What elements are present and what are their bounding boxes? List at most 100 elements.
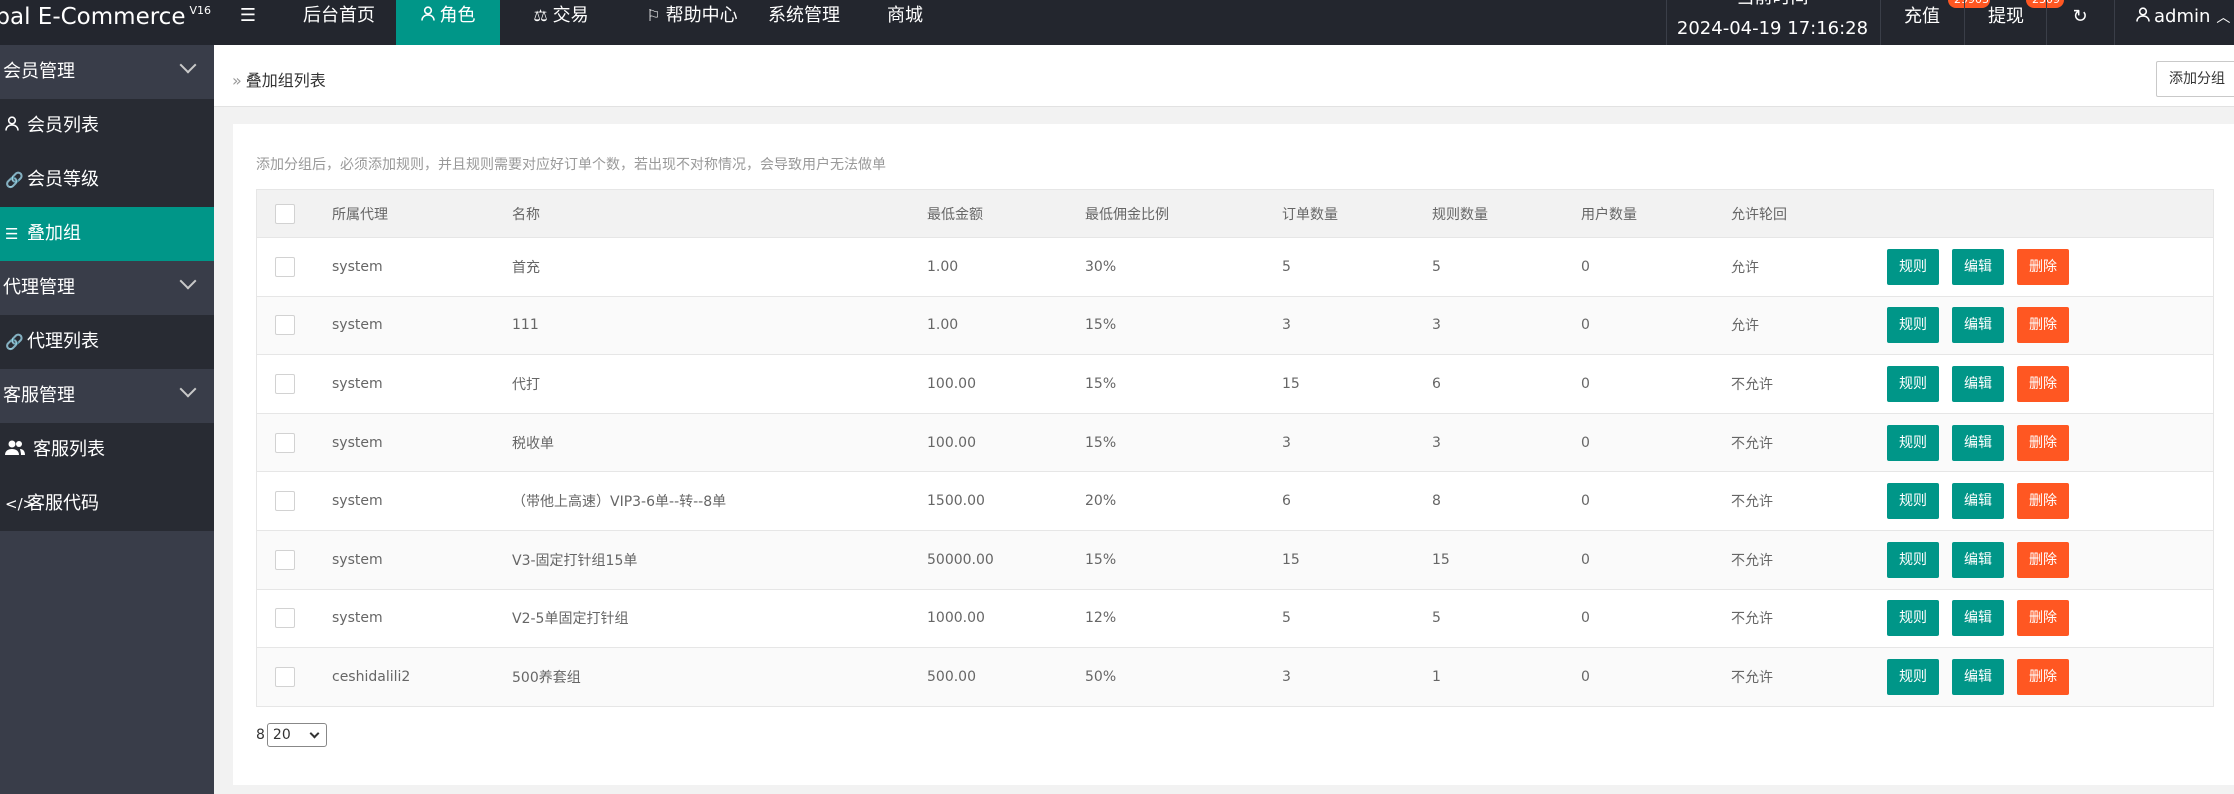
chevron-down-icon	[309, 728, 320, 739]
table-cell: 100.00	[927, 434, 976, 451]
edit-button[interactable]: 编辑	[1952, 424, 2004, 461]
table-cell: 12%	[1085, 610, 1117, 627]
edit-button[interactable]: 编辑	[1952, 541, 2004, 578]
sidebar-item-label: 叠加组	[27, 223, 81, 244]
row-checkbox[interactable]	[275, 256, 295, 277]
table-cell: 1500.00	[927, 493, 985, 510]
group-table: 所属代理 名称 最低金额 最低佣金比例 订单数量 规则数量 用户数量 允许轮回 …	[256, 189, 2214, 707]
table-cell: 1000.00	[927, 610, 985, 627]
rule-button[interactable]: 规则	[1887, 248, 1939, 285]
delete-button[interactable]: 删除	[2017, 658, 2069, 695]
table-cell: 3	[1432, 434, 1441, 451]
sidebar-item-service-list[interactable]: 客服列表	[0, 423, 214, 477]
sidebar-item-label: 会员列表	[27, 115, 99, 136]
user-menu[interactable]: admin ︿	[2136, 0, 2234, 45]
nav-home[interactable]: 后台首页	[282, 0, 396, 45]
list-icon: ☰	[5, 225, 19, 243]
sidebar-group-agents[interactable]: 代理管理	[0, 261, 214, 315]
edit-button[interactable]: 编辑	[1952, 307, 2004, 344]
table-row: system 首充 1.00 30% 5 5 0 允许 规则 编辑 删除	[257, 237, 2213, 296]
table-row: system V3-固定打针组15单 50000.00 15% 15 15 0 不允许 规则 编辑…	[257, 529, 2213, 589]
row-checkbox[interactable]	[275, 666, 295, 687]
menu-toggle-icon[interactable]: ☰	[226, 0, 270, 45]
rule-button[interactable]: 规则	[1887, 483, 1939, 520]
row-actions: 规则 编辑 删除	[1887, 648, 2082, 706]
sidebar-item-member-list[interactable]: 会员列表	[0, 99, 214, 153]
row-checkbox[interactable]	[275, 608, 295, 629]
table-header: 所属代理 名称 最低金额 最低佣金比例 订单数量 规则数量 用户数量 允许轮回	[257, 190, 2213, 237]
table-cell: system	[332, 258, 383, 275]
nav-mall[interactable]: 商城	[870, 0, 940, 45]
link-icon: 🔗	[5, 171, 24, 189]
table-cell: 首充	[512, 259, 540, 276]
table-cell: 不允许	[1731, 376, 1773, 393]
clock-label: 当前时间	[1670, 0, 1875, 8]
column-header: 所属代理	[332, 206, 388, 223]
version-label: V16	[189, 4, 211, 17]
row-actions: 规则 编辑 删除	[1887, 531, 2082, 589]
delete-button[interactable]: 删除	[2017, 248, 2069, 285]
nav-mall-label: 商城	[887, 5, 923, 26]
table-cell: system	[332, 610, 383, 627]
edit-button[interactable]: 编辑	[1952, 658, 2004, 695]
delete-button[interactable]: 删除	[2017, 600, 2069, 637]
sidebar-item-service-code[interactable]: </>客服代码	[0, 477, 214, 531]
column-header: 用户数量	[1581, 206, 1637, 223]
table-cell: 1.00	[927, 258, 959, 275]
divider	[1666, 0, 1667, 45]
table-cell: 不允许	[1731, 669, 1773, 686]
table-cell: 3	[1282, 668, 1291, 685]
refresh-icon[interactable]: ↻	[2052, 0, 2108, 45]
delete-button[interactable]: 删除	[2017, 541, 2069, 578]
recharge-button[interactable]: 充值 29903	[1882, 0, 1990, 45]
nav-role[interactable]: 角色	[396, 0, 500, 45]
sidebar-item-agent-list[interactable]: 🔗 代理列表	[0, 315, 214, 369]
table-cell: V2-5单固定打针组	[512, 611, 629, 628]
table-cell: 5	[1432, 610, 1441, 627]
table-cell: system	[332, 551, 383, 568]
table-cell: （带他上高速）VIP3-6单--转--8单	[512, 494, 727, 511]
table-cell: 0	[1581, 317, 1590, 334]
rule-button[interactable]: 规则	[1887, 541, 1939, 578]
delete-button[interactable]: 删除	[2017, 483, 2069, 520]
row-checkbox[interactable]	[275, 373, 295, 394]
sidebar-group-members[interactable]: 会员管理	[0, 45, 214, 99]
row-checkbox[interactable]	[275, 315, 295, 336]
sidebar-group-service[interactable]: 客服管理	[0, 369, 214, 423]
row-checkbox[interactable]	[275, 549, 295, 570]
table-cell: 不允许	[1731, 611, 1773, 628]
row-checkbox[interactable]	[275, 432, 295, 453]
rule-button[interactable]: 规则	[1887, 307, 1939, 344]
table-cell: 15	[1282, 551, 1300, 568]
table-row: system 税收单 100.00 15% 3 3 0 不允许 规则 编辑 删除	[257, 412, 2213, 472]
sidebar: 会员管理 会员列表 🔗 会员等级 ☰ 叠加组 代理管理 🔗 代理列表 客服管理 客服列…	[0, 45, 214, 794]
delete-button[interactable]: 删除	[2017, 365, 2069, 402]
edit-button[interactable]: 编辑	[1952, 248, 2004, 285]
table-cell: 15%	[1085, 434, 1117, 451]
delete-button[interactable]: 删除	[2017, 424, 2069, 461]
withdraw-button[interactable]: 提现 2309	[1966, 0, 2064, 45]
table-row: system V2-5单固定打针组 1000.00 12% 5 5 0 不允许 规则 编辑 删除	[257, 588, 2213, 648]
nav-help[interactable]: ⚐ 帮助中心	[622, 0, 762, 45]
rule-button[interactable]: 规则	[1887, 600, 1939, 637]
table-cell: 不允许	[1731, 552, 1773, 569]
sidebar-item-label: 客服列表	[33, 439, 105, 460]
row-checkbox[interactable]	[275, 491, 295, 512]
rule-button[interactable]: 规则	[1887, 365, 1939, 402]
rule-button[interactable]: 规则	[1887, 658, 1939, 695]
edit-button[interactable]: 编辑	[1952, 483, 2004, 520]
row-actions: 规则 编辑 删除	[1887, 414, 2082, 472]
add-group-button[interactable]: 添加分组	[2156, 61, 2234, 97]
sidebar-item-stack-group[interactable]: ☰ 叠加组	[0, 207, 214, 261]
table-cell: 税收单	[512, 435, 554, 452]
edit-button[interactable]: 编辑	[1952, 600, 2004, 637]
delete-button[interactable]: 删除	[2017, 307, 2069, 344]
rule-button[interactable]: 规则	[1887, 424, 1939, 461]
select-all-checkbox[interactable]	[275, 203, 295, 224]
user-icon	[5, 99, 27, 153]
edit-button[interactable]: 编辑	[1952, 365, 2004, 402]
sidebar-item-member-level[interactable]: 🔗 会员等级	[0, 153, 214, 207]
page-size-select[interactable]: 20	[266, 723, 327, 747]
nav-trade[interactable]: ⚖ 交易	[511, 0, 611, 45]
nav-system[interactable]: 系统管理	[762, 0, 846, 45]
